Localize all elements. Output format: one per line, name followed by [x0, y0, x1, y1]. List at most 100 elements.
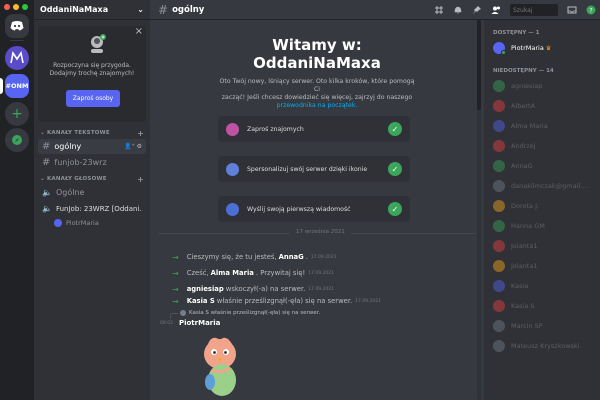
member-item[interactable]: Kasia: [484, 276, 600, 296]
avatar: [493, 160, 505, 172]
system-message: → Cieszymy się, że tu jesteś, AnnaG . 17…: [172, 252, 337, 262]
user-mention[interactable]: agniesiap: [187, 285, 224, 293]
channel-name: funjob-23wrz: [54, 158, 107, 167]
chevron-down-icon: ⌄: [40, 130, 47, 136]
welcome-desc-line1: Oto Twój nowy, lśniący serwer. Oto kilka…: [219, 78, 415, 93]
scrollbar-thumb[interactable]: [477, 20, 481, 110]
hash-icon: #: [42, 157, 51, 168]
author-name[interactable]: PiotrMaria: [179, 319, 220, 327]
offline-members: agniesiap AlbertA Alma Maria Andrzej AnnaG da…: [484, 76, 600, 356]
inbox-icon[interactable]: [567, 5, 577, 15]
avatar: [493, 300, 505, 312]
system-message: → Cześć, Alma Maria . Przywitaj się! 17.…: [172, 268, 334, 278]
online-header: DOSTĘPNY — 1: [493, 30, 540, 36]
user-mention[interactable]: AnnaG: [279, 253, 304, 261]
getting-started-link[interactable]: przewodnika na początek.: [217, 102, 417, 110]
reply-text: Kasia S właśnie prześlizgnął(-ęła) się n…: [189, 310, 321, 316]
members-icon[interactable]: [491, 5, 501, 15]
server-header[interactable]: OddaniNaMaxa ⌄: [34, 0, 150, 20]
speaker-icon: 🔈: [42, 204, 52, 213]
crown-icon: ♛: [545, 44, 552, 52]
add-channel-icon[interactable]: +: [137, 129, 144, 138]
member-item[interactable]: Mateusz Kryszkowski: [484, 336, 600, 356]
member-name: Marcin SP: [511, 322, 543, 330]
welcome-title-line1: Witamy w:: [272, 36, 362, 54]
member-name: Kasia: [511, 282, 529, 290]
speaker-icon: 🔈: [42, 188, 52, 197]
task-invite-friends[interactable]: Zaproś znajomych ✓: [218, 116, 410, 142]
arrow-right-icon: →: [172, 296, 179, 306]
user-mention[interactable]: Alma Maria: [211, 269, 254, 277]
channel-funjob[interactable]: # funjob-23wrz: [38, 155, 146, 170]
member-item[interactable]: AnnaG: [484, 156, 600, 176]
welcome-section: Witamy w: OddaniNaMaxa Oto Twój nowy, lś…: [150, 36, 484, 110]
add-channel-icon[interactable]: +: [137, 175, 144, 184]
maximize-window-button[interactable]: [22, 4, 28, 10]
close-window-button[interactable]: [4, 4, 10, 10]
voice-user-name: PiotrMaria: [66, 219, 99, 227]
member-name: PiotrMaria: [511, 44, 544, 52]
search-input[interactable]: [510, 4, 558, 16]
member-item[interactable]: Kasia S: [484, 296, 600, 316]
message-text: .: [305, 253, 308, 261]
member-item[interactable]: Dorota J.: [484, 196, 600, 216]
message-text: Cześć,: [186, 269, 209, 277]
chat-scrollbar[interactable]: [477, 20, 481, 400]
add-member-icon[interactable]: 👤⁺ ⚙: [124, 143, 142, 150]
voice-user[interactable]: PiotrMaria: [54, 217, 150, 229]
discord-window: #ONM + OddaniNaMaxa ⌄ × Rozpoczyna się p…: [0, 0, 600, 400]
hash-icon: #: [158, 2, 169, 17]
chevron-down-icon: ⌄: [137, 5, 144, 14]
category-text-channels[interactable]: ⌄ KANAŁY TEKSTOWE +: [34, 128, 150, 138]
new-user-illustration-icon: [91, 34, 106, 53]
checkmark-icon: ✓: [388, 202, 402, 216]
message-header: 08:02 PiotrMaria: [160, 319, 220, 327]
personalize-icon: [226, 162, 239, 176]
checkmark-icon: ✓: [388, 122, 402, 136]
member-item[interactable]: Marcin SP: [484, 316, 600, 336]
member-item[interactable]: Andrzej: [484, 136, 600, 156]
task-personalize-server[interactable]: Spersonalizuj swój serwer dzięki ikonie …: [218, 156, 410, 182]
add-server-button[interactable]: +: [5, 102, 29, 126]
category-voice-channels[interactable]: ⌄ KANAŁY GŁOSOWE +: [34, 174, 150, 184]
server-icon-onm[interactable]: #ONM: [5, 74, 29, 98]
bell-icon[interactable]: [453, 5, 463, 15]
help-icon[interactable]: ?: [586, 5, 596, 15]
member-item[interactable]: AlbertA: [484, 96, 600, 116]
online-status-dot: [501, 50, 506, 55]
plus-icon: +: [11, 106, 23, 122]
channel-ogolny[interactable]: # ogólny 👤⁺ ⚙: [38, 139, 146, 154]
member-item[interactable]: danaklimczak@gmail.c...: [484, 176, 600, 196]
welcome-title-line2: OddaniNaMaxa: [253, 54, 381, 72]
member-item[interactable]: PiotrMaria ♛: [484, 38, 600, 58]
reply-reference[interactable]: Kasia S właśnie prześlizgnął(-ęła) się n…: [180, 310, 320, 316]
member-item[interactable]: Jolanta1: [484, 256, 600, 276]
avatar: [493, 140, 505, 152]
home-button[interactable]: [5, 14, 29, 38]
header-toolbar: ?: [434, 0, 600, 20]
sticker-bird-icon[interactable]: [190, 330, 250, 400]
voice-channel-funjob[interactable]: 🔈 FunJob: 23WRZ [Oddani...: [38, 201, 146, 216]
avatar: [493, 80, 505, 92]
minimize-window-button[interactable]: [13, 4, 19, 10]
member-item[interactable]: agniesiap: [484, 76, 600, 96]
member-name: AlbertA: [511, 102, 536, 110]
task-send-first-message[interactable]: Wyślij swoją pierwszą wiadomość ✓: [218, 196, 410, 222]
member-name: AnnaG: [511, 162, 533, 170]
avatar: [493, 260, 505, 272]
close-icon[interactable]: ×: [135, 26, 143, 37]
timestamp: 17.09.2021: [310, 254, 337, 260]
invite-people-button[interactable]: Zaproś osoby: [66, 90, 120, 107]
welcome-title: Witamy w: OddaniNaMaxa: [150, 36, 484, 72]
member-item[interactable]: Alma Maria: [484, 116, 600, 136]
system-message: → agniesiap wskoczył(-a) na serwer. 17.0…: [172, 284, 334, 294]
invite-line2: Dodajmy trochę znajomych!: [49, 70, 135, 77]
member-item[interactable]: Jolanta1: [484, 236, 600, 256]
explore-servers-button[interactable]: [5, 128, 29, 152]
user-mention[interactable]: Kasia S: [187, 297, 215, 305]
pin-icon[interactable]: [472, 5, 482, 15]
voice-channel-ogolne[interactable]: 🔈 Ogólne: [38, 185, 146, 200]
threads-icon[interactable]: [434, 5, 444, 15]
server-icon-m[interactable]: [5, 46, 29, 70]
member-item[interactable]: Hanna GM: [484, 216, 600, 236]
